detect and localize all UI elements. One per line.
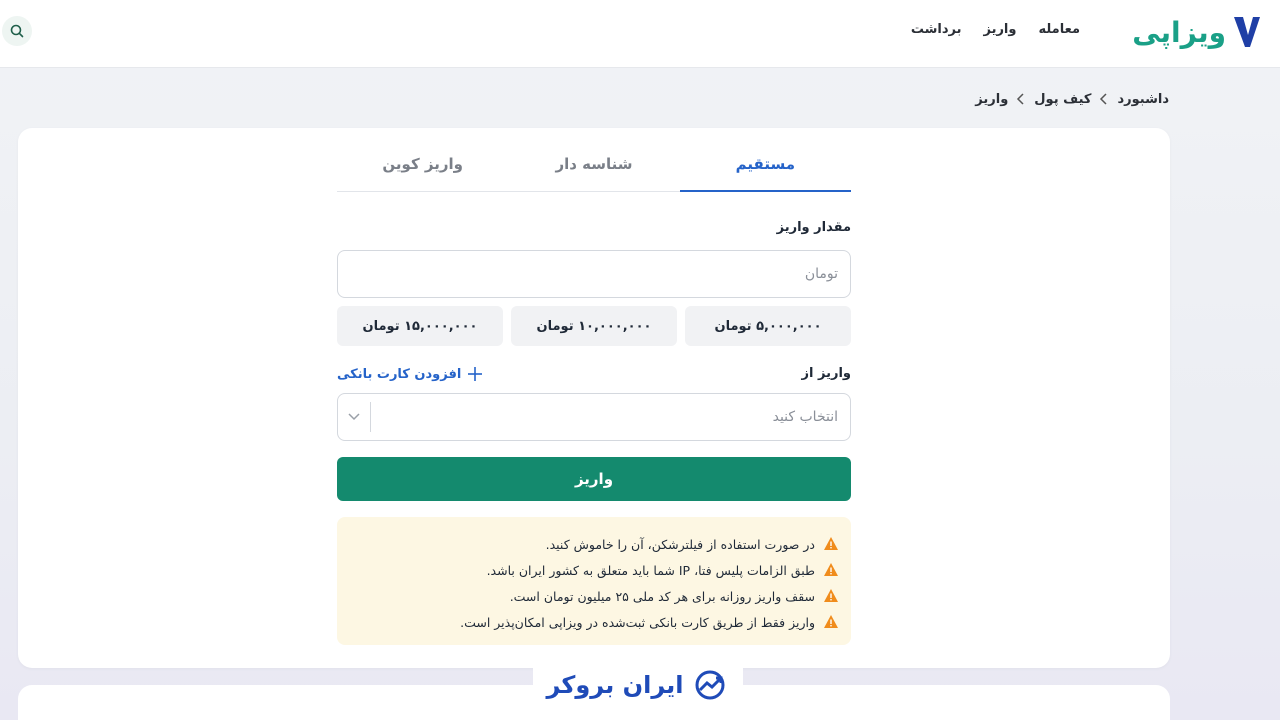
nav-item-trade[interactable]: معامله [1038, 22, 1080, 42]
tab-coin-deposit[interactable]: واریز کوین [337, 144, 508, 191]
select-placeholder: انتخاب کنید [772, 409, 838, 425]
deposit-card: مستقیم شناسه دار واریز کوین مقدار واریز … [18, 128, 1170, 668]
select-divider [370, 402, 371, 432]
preset-5m-button[interactable]: ۵,۰۰۰,۰۰۰ تومان [685, 306, 851, 346]
top-header: ویزاپی معامله واریز برداشت [0, 0, 1280, 68]
breadcrumb-deposit: واریز [975, 91, 1009, 107]
plus-icon [468, 367, 483, 381]
deposit-panel: مستقیم شناسه دار واریز کوین مقدار واریز … [337, 128, 852, 668]
warning-icon [824, 563, 838, 576]
logo-text: ویزاپی [1132, 15, 1227, 49]
notice-text: واریز فقط از طریق کارت بانکی ثبت‌شده در … [460, 614, 815, 630]
notice-text: طبق الزامات پلیس فتا، IP شما باید متعلق … [486, 562, 815, 578]
source-label: واریز از [801, 366, 851, 381]
brand-logo[interactable]: ویزاپی [1132, 12, 1262, 52]
deposit-submit-button[interactable]: واریز [337, 457, 851, 501]
notice-text: در صورت استفاده از فیلترشکن، آن را خاموش… [545, 536, 815, 552]
chevron-left-icon [1099, 93, 1109, 105]
breadcrumb: داشبورد کیف پول واریز [975, 89, 1169, 109]
notice-item: واریز فقط از طریق کارت بانکی ثبت‌شده در … [349, 609, 839, 635]
main-nav: معامله واریز برداشت [911, 22, 1080, 42]
breadcrumb-wallet[interactable]: کیف پول [1034, 92, 1091, 107]
warning-icon [824, 537, 838, 550]
notice-item: در صورت استفاده از فیلترشکن، آن را خاموش… [349, 531, 839, 557]
logo-v-icon [1232, 15, 1262, 49]
breadcrumb-dashboard[interactable]: داشبورد [1117, 92, 1169, 107]
amount-input[interactable] [337, 250, 851, 298]
chevron-left-icon [1016, 93, 1026, 105]
bank-card-select[interactable]: انتخاب کنید [337, 393, 851, 441]
chevron-down-icon[interactable] [338, 393, 370, 441]
tab-direct[interactable]: مستقیم [679, 144, 852, 192]
tab-id-deposit[interactable]: شناسه دار [508, 144, 679, 191]
nav-item-withdraw[interactable]: برداشت [911, 22, 962, 42]
preset-10m-button[interactable]: ۱۰,۰۰۰,۰۰۰ تومان [511, 306, 677, 346]
preset-amounts: ۵,۰۰۰,۰۰۰ تومان ۱۰,۰۰۰,۰۰۰ تومان ۱۵,۰۰۰,… [337, 306, 851, 346]
nav-item-deposit[interactable]: واریز [983, 22, 1016, 42]
trend-chart-icon [695, 670, 725, 700]
deposit-notices: در صورت استفاده از فیلترشکن، آن را خاموش… [337, 517, 851, 645]
notice-item: طبق الزامات پلیس فتا، IP شما باید متعلق … [349, 557, 839, 583]
preset-15m-button[interactable]: ۱۵,۰۰۰,۰۰۰ تومان [337, 306, 503, 346]
notice-text: سقف واریز روزانه برای هر کد ملی ۲۵ میلیو… [509, 588, 815, 604]
notice-item: سقف واریز روزانه برای هر کد ملی ۲۵ میلیو… [349, 583, 839, 609]
warning-icon [824, 615, 838, 628]
watermark-text: ایران بروکر [546, 671, 684, 699]
watermark-logo: ایران بروکر [533, 660, 743, 710]
search-button[interactable] [2, 16, 32, 46]
warning-icon [824, 589, 838, 602]
deposit-tabs: مستقیم شناسه دار واریز کوین [337, 144, 852, 192]
search-icon [10, 24, 24, 38]
add-bank-card-button[interactable]: افزودن کارت بانکی [337, 364, 483, 384]
add-bank-card-label: افزودن کارت بانکی [337, 366, 462, 382]
amount-label: مقدار واریز [776, 220, 851, 235]
